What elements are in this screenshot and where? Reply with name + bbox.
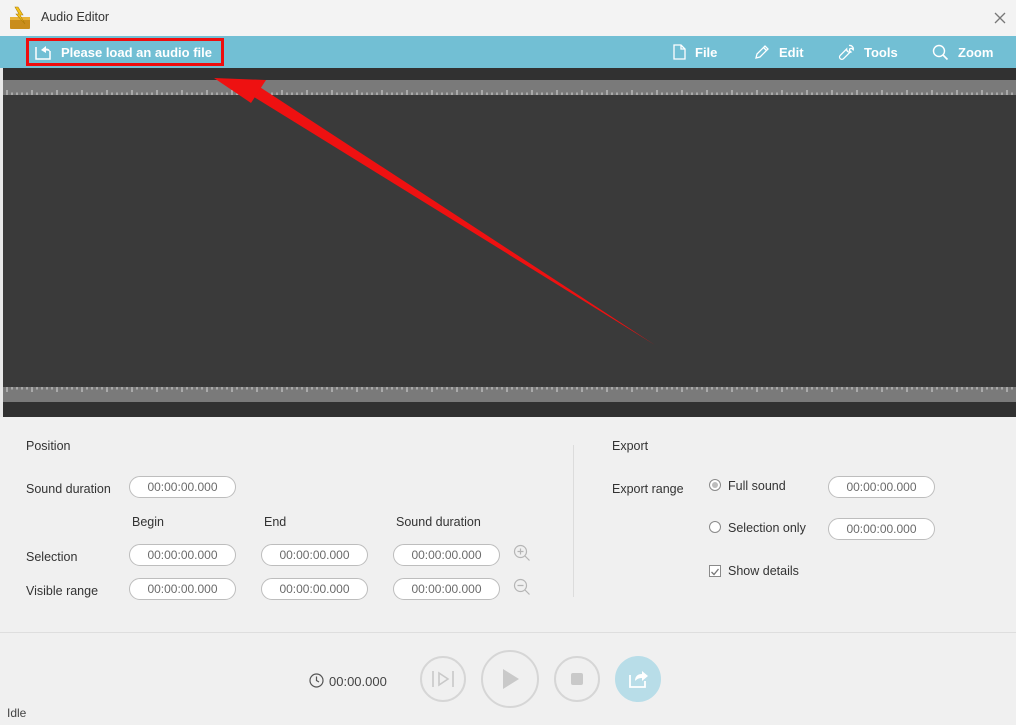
- visible-range-duration-field[interactable]: 00:00:00.000: [393, 578, 500, 600]
- export-button[interactable]: [615, 656, 661, 702]
- visible-range-label: Visible range: [26, 584, 99, 598]
- close-button[interactable]: [990, 8, 1010, 28]
- waveform-area[interactable]: [0, 68, 1016, 417]
- timeline-bottom: [3, 387, 1016, 402]
- selection-only-label: Selection only: [728, 521, 806, 535]
- status-text: Idle: [7, 706, 27, 720]
- title-bar: Audio Editor: [0, 0, 1016, 36]
- column-sound-duration: Sound duration: [396, 515, 481, 529]
- load-file-icon: [35, 46, 51, 60]
- selection-only-field[interactable]: 00:00:00.000: [828, 518, 935, 540]
- show-details-checkbox[interactable]: [709, 565, 721, 577]
- export-title: Export: [612, 439, 649, 453]
- player-bar: 00:00.000: [0, 633, 1016, 725]
- playback-time: 00:00.000: [329, 674, 387, 689]
- menu-tools-label: Tools: [864, 44, 898, 60]
- app-logo-icon: [10, 6, 30, 29]
- play-selection-icon: [432, 671, 454, 687]
- load-audio-label: Please load an audio file: [61, 44, 212, 60]
- menu-tools[interactable]: Tools: [838, 42, 898, 62]
- full-sound-field[interactable]: 00:00:00.000: [828, 476, 935, 498]
- sound-duration-field[interactable]: 00:00:00.000: [129, 476, 236, 498]
- load-audio-button[interactable]: Please load an audio file: [26, 38, 224, 66]
- wrench-icon: [838, 44, 854, 60]
- stop-button[interactable]: [554, 656, 600, 702]
- selection-begin-field[interactable]: 00:00:00.000: [129, 544, 236, 566]
- timeline-top: [3, 80, 1016, 95]
- checkmark-icon: [711, 568, 720, 576]
- visible-range-end-field[interactable]: 00:00:00.000: [261, 578, 368, 600]
- menu-edit-label: Edit: [779, 44, 804, 60]
- position-title: Position: [26, 439, 71, 453]
- menu-file-label: File: [695, 44, 718, 60]
- timeline-bottom-ticks: [6, 387, 1013, 392]
- details-panel: Position Sound duration 00:00:00.000 Beg…: [0, 417, 1016, 633]
- column-end: End: [264, 515, 287, 529]
- zoom-out-icon[interactable]: [513, 578, 531, 596]
- stop-icon: [571, 673, 583, 685]
- selection-end-field[interactable]: 00:00:00.000: [261, 544, 368, 566]
- menu-file[interactable]: File: [673, 42, 717, 62]
- menu-zoom[interactable]: Zoom: [932, 42, 993, 62]
- play-icon: [503, 669, 519, 689]
- export-icon: [629, 671, 648, 688]
- menu-edit[interactable]: Edit: [754, 42, 804, 62]
- pencil-icon: [755, 45, 769, 59]
- window-title: Audio Editor: [41, 10, 110, 24]
- play-button[interactable]: [481, 650, 539, 708]
- full-sound-label: Full sound: [728, 479, 786, 493]
- menu-zoom-label: Zoom: [958, 44, 994, 60]
- show-details-label: Show details: [728, 564, 799, 578]
- export-range-label: Export range: [612, 482, 684, 496]
- waveform-canvas[interactable]: [3, 95, 1016, 387]
- sound-duration-label: Sound duration: [26, 482, 111, 496]
- visible-range-begin-field[interactable]: 00:00:00.000: [129, 578, 236, 600]
- zoom-in-icon[interactable]: [513, 544, 531, 562]
- file-icon: [673, 44, 686, 60]
- column-begin: Begin: [132, 515, 164, 529]
- selection-only-radio[interactable]: [709, 521, 721, 533]
- toolbar: Please load an audio file File Edit Tool…: [0, 36, 1016, 68]
- close-icon: [994, 12, 1006, 24]
- selection-duration-field[interactable]: 00:00:00.000: [393, 544, 500, 566]
- play-selection-button[interactable]: [420, 656, 466, 702]
- magnifier-icon: [932, 44, 949, 60]
- selection-label: Selection: [26, 550, 78, 564]
- full-sound-radio[interactable]: [709, 479, 721, 491]
- clock-icon: [309, 673, 324, 688]
- panel-divider: [573, 445, 574, 597]
